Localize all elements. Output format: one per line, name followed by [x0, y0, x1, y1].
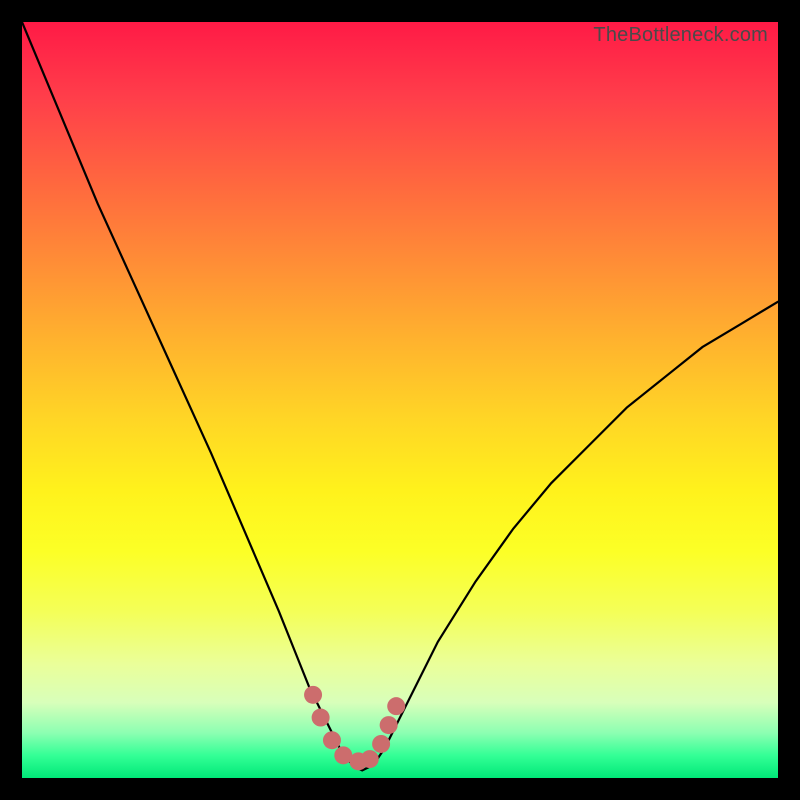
- marker-dot: [372, 735, 390, 753]
- marker-dot: [361, 750, 379, 768]
- curve-svg: [22, 22, 778, 778]
- bottom-markers-group: [304, 686, 405, 771]
- bottleneck-curve-path: [22, 22, 778, 770]
- marker-dot: [312, 709, 330, 727]
- marker-dot: [387, 697, 405, 715]
- marker-dot: [323, 731, 341, 749]
- plot-area: TheBottleneck.com: [22, 22, 778, 778]
- marker-dot: [304, 686, 322, 704]
- marker-dot: [380, 716, 398, 734]
- chart-frame: TheBottleneck.com: [0, 0, 800, 800]
